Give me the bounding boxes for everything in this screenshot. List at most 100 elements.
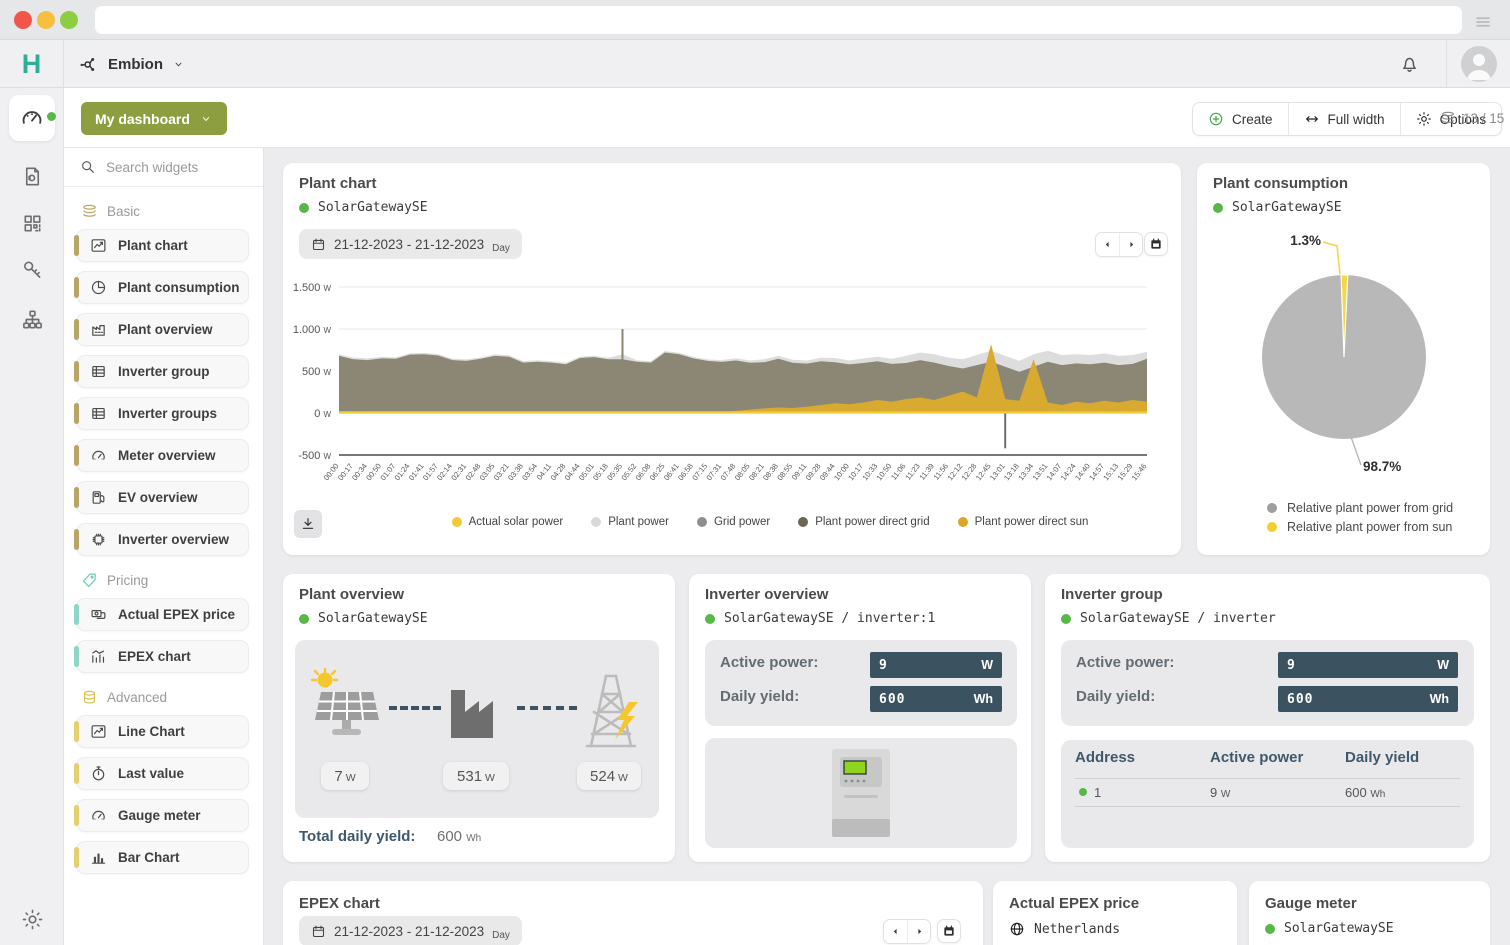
close-window-button[interactable]	[14, 11, 32, 29]
sidebar-widget-last-value[interactable]: Last value	[76, 757, 249, 790]
sidebar-widget-ev-overview[interactable]: EV overview	[76, 481, 249, 514]
legend-item-plant-power-direct-sun[interactable]: Plant power direct sun	[958, 516, 1089, 528]
plus-circle-icon	[1208, 111, 1224, 127]
widget-title: Plant chart	[299, 175, 377, 192]
nav-billing-invoice-icon[interactable]	[0, 165, 64, 188]
triangle-right-icon	[913, 925, 926, 938]
widget-epex-chart[interactable]: EPEX chart 21-12-2023 - 21-12-2023 Day	[283, 881, 983, 945]
sidebar-widget-bar-chart[interactable]: Bar Chart	[76, 841, 249, 874]
zoom-window-button[interactable]	[60, 11, 78, 29]
legend-item-actual-solar-power[interactable]: Actual solar power	[452, 516, 564, 528]
widget-plant-consumption[interactable]: Plant consumption SolarGatewaySE 1.3% 98…	[1197, 163, 1490, 555]
widget-item-label: Inverter group	[118, 364, 210, 379]
factory-icon	[445, 676, 509, 742]
sidebar-widget-meter-overview[interactable]: Meter overview	[76, 439, 249, 472]
widget-item-label: Inverter groups	[118, 406, 217, 421]
row-status-dot	[1079, 788, 1087, 796]
widget-inverter-overview[interactable]: Inverter overview SolarGatewaySE / inver…	[689, 574, 1031, 862]
active-power-value: 9W	[870, 652, 1002, 678]
date-range-picker[interactable]: 21-12-2023 - 21-12-2023 Day	[299, 229, 522, 259]
nav-hierarchy-icon[interactable]	[0, 308, 64, 331]
svg-text:-500 W: -500 W	[298, 450, 331, 462]
daily-yield-value: 600Wh	[1278, 686, 1458, 712]
widget-plant-overview[interactable]: Plant overview SolarGatewaySE	[283, 574, 675, 862]
nav-devices-qr-icon[interactable]	[0, 212, 64, 235]
app-logo[interactable]: H	[0, 40, 64, 88]
status-dot	[1265, 924, 1275, 934]
gear-icon	[1416, 111, 1432, 127]
widget-item-label: Plant consumption	[118, 280, 240, 295]
create-button[interactable]: Create	[1193, 103, 1288, 135]
widget-title: Inverter group	[1061, 586, 1163, 603]
widget-item-label: Gauge meter	[118, 808, 201, 823]
widget-actual-epex-price[interactable]: Actual EPEX price Netherlands	[993, 881, 1237, 945]
calendar-button[interactable]	[937, 919, 961, 943]
sidebar-widget-inverter-overview[interactable]: Inverter overview	[76, 523, 249, 556]
minimize-window-button[interactable]	[37, 11, 55, 29]
nav-access-key-icon[interactable]	[0, 258, 64, 281]
widget-search[interactable]	[64, 148, 263, 187]
consumption-pie-chart	[1233, 229, 1453, 479]
region-name: Netherlands	[1034, 922, 1120, 937]
widget-item-label: Line Chart	[118, 724, 185, 739]
total-yield-label: Total daily yield:	[299, 828, 415, 845]
sidebar-widget-inverter-group[interactable]: Inverter group	[76, 355, 249, 388]
section-header: Advanced	[81, 689, 263, 706]
bars-icon	[90, 849, 107, 866]
user-menu[interactable]	[1446, 40, 1510, 88]
download-button[interactable]	[294, 510, 322, 538]
legend-dot	[452, 517, 462, 527]
legend-item-grid-power[interactable]: Grid power	[697, 516, 770, 528]
app-header: H Embion	[0, 40, 1510, 88]
widget-item-label: Inverter overview	[118, 532, 229, 547]
widget-gauge-meter[interactable]: Gauge meter SolarGatewaySE	[1249, 881, 1490, 945]
widget-item-label: Actual EPEX price	[118, 607, 235, 622]
chip-icon	[90, 531, 107, 548]
browser-menu-icon[interactable]	[1474, 13, 1492, 31]
next-period-button[interactable]	[907, 920, 930, 943]
device-name: SolarGatewaySE	[1232, 200, 1342, 215]
sidebar-widget-plant-overview[interactable]: Plant overview	[76, 313, 249, 346]
daily-yield-label: Daily yield:	[1076, 688, 1155, 705]
tag-icon	[81, 572, 98, 589]
sidebar-widget-actual-epex-price[interactable]: Actual EPEX price	[76, 598, 249, 631]
database-icon	[81, 689, 98, 706]
legend-item-plant-power-direct-grid[interactable]: Plant power direct grid	[798, 516, 929, 528]
legend-label: Relative plant power from sun	[1287, 520, 1452, 534]
svg-text:11:23: 11:23	[903, 462, 921, 482]
sidebar-widget-line-chart[interactable]: Line Chart	[76, 715, 249, 748]
search-input[interactable]	[106, 160, 246, 175]
table-divider	[1075, 778, 1460, 779]
device-row: SolarGatewaySE	[1265, 921, 1394, 936]
next-period-button[interactable]	[1119, 233, 1142, 256]
widget-plant-chart[interactable]: Plant chart SolarGatewaySE 21-12-2023 - …	[283, 163, 1181, 555]
prev-period-button[interactable]	[1096, 233, 1119, 256]
full-width-button[interactable]: Full width	[1288, 103, 1400, 135]
triangle-left-icon	[1101, 238, 1114, 251]
sidebar-widget-gauge-meter[interactable]: Gauge meter	[76, 799, 249, 832]
cell-active-power: 9 W	[1210, 785, 1230, 800]
legend-item-plant-power[interactable]: Plant power	[591, 516, 669, 528]
sidebar-widget-plant-consumption[interactable]: Plant consumption	[76, 271, 249, 304]
notifications-bell-icon[interactable]	[1399, 53, 1420, 74]
org-selector[interactable]: Embion	[78, 40, 185, 88]
dashboard-selector-button[interactable]: My dashboard	[81, 102, 227, 135]
widget-inverter-group[interactable]: Inverter group SolarGatewaySE / inverter…	[1045, 574, 1490, 862]
triangle-right-icon	[1125, 238, 1138, 251]
widget-title: Inverter overview	[705, 586, 828, 603]
date-range: 21-12-2023 - 21-12-2023	[334, 237, 484, 252]
factory-icon	[90, 321, 107, 338]
address-bar[interactable]	[95, 6, 1462, 34]
prev-period-button[interactable]	[884, 920, 907, 943]
sidebar-widget-epex-chart[interactable]: EPEX chart	[76, 640, 249, 673]
sidebar-widget-plant-chart[interactable]: Plant chart	[76, 229, 249, 262]
calendar-button[interactable]	[1144, 232, 1168, 256]
sidebar-widget-inverter-groups[interactable]: Inverter groups	[76, 397, 249, 430]
date-mode: Day	[492, 930, 510, 941]
svg-text:500 W: 500 W	[302, 366, 331, 378]
nav-settings-gear-icon[interactable]	[0, 908, 64, 931]
cell-address: 1	[1094, 785, 1101, 800]
gauge-icon	[90, 447, 107, 464]
stack-icon	[1440, 110, 1456, 126]
date-range-picker[interactable]: 21-12-2023 - 21-12-2023 Day	[299, 916, 522, 945]
